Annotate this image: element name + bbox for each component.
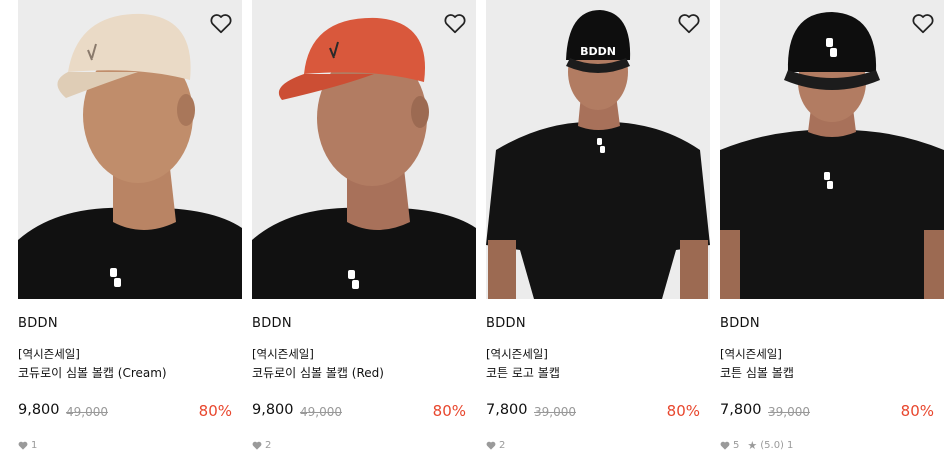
like-count-value: 2 [265, 440, 272, 451]
like-and-rating: 5 ★ (5.0) 1 [720, 440, 793, 451]
product-image[interactable] [18, 0, 242, 299]
wishlist-heart-icon[interactable] [442, 10, 468, 36]
sale-tag: [역시즌세일] [252, 347, 314, 361]
product-image[interactable] [252, 0, 476, 299]
product-image[interactable] [720, 0, 944, 299]
original-price: 49,000 [66, 405, 108, 419]
sale-tag: [역시즌세일] [18, 347, 80, 361]
original-price: 39,000 [534, 405, 576, 419]
product-name[interactable]: 코듀로이 심볼 볼캡 (Red) [252, 364, 384, 381]
product-card[interactable]: BDDN BDDN [역시즌세일] 코튼 로고 볼캡 7,800 39,000 … [486, 0, 710, 463]
product-grid: BDDN [역시즌세일] 코듀로이 심볼 볼캡 (Cream) 9,800 49… [0, 0, 951, 463]
like-count: 2 [486, 440, 505, 451]
sale-price: 9,800 [252, 402, 294, 418]
sale-price: 9,800 [18, 402, 60, 418]
wishlist-heart-icon[interactable] [208, 10, 234, 36]
like-count: 1 [18, 440, 37, 451]
discount-rate: 80% [432, 402, 466, 420]
star-icon: ★ [747, 439, 758, 452]
like-count-value: 1 [31, 440, 38, 451]
product-image[interactable]: BDDN [486, 0, 710, 299]
sale-tag: [역시즌세일] [486, 347, 548, 361]
brand-name[interactable]: BDDN [486, 316, 526, 331]
discount-rate: 80% [900, 402, 934, 420]
heart-icon [720, 441, 730, 450]
rating-value: (5.0) [760, 440, 784, 451]
original-price: 49,000 [300, 405, 342, 419]
product-card[interactable]: BDDN [역시즌세일] 코듀로이 심볼 볼캡 (Red) 9,800 49,0… [252, 0, 476, 463]
like-count-value: 5 [733, 440, 740, 451]
review-count: 1 [786, 440, 794, 451]
product-card[interactable]: BDDN [역시즌세일] 코튼 심볼 볼캡 7,800 39,000 80% 5… [720, 0, 944, 463]
heart-icon [252, 441, 262, 450]
discount-rate: 80% [198, 402, 232, 420]
cap-logo-text: BDDN [580, 45, 616, 58]
product-name[interactable]: 코튼 심볼 볼캡 [720, 364, 794, 381]
brand-name[interactable]: BDDN [720, 316, 760, 331]
discount-rate: 80% [666, 402, 700, 420]
sale-price: 7,800 [486, 402, 528, 418]
brand-name[interactable]: BDDN [252, 316, 292, 331]
product-name[interactable]: 코튼 로고 볼캡 [486, 364, 560, 381]
wishlist-heart-icon[interactable] [910, 10, 936, 36]
like-count-value: 2 [499, 440, 506, 451]
heart-icon [18, 441, 28, 450]
heart-icon [486, 441, 496, 450]
product-card[interactable]: BDDN [역시즌세일] 코듀로이 심볼 볼캡 (Cream) 9,800 49… [18, 0, 242, 463]
sale-price: 7,800 [720, 402, 762, 418]
original-price: 39,000 [768, 405, 810, 419]
brand-name[interactable]: BDDN [18, 316, 58, 331]
wishlist-heart-icon[interactable] [676, 10, 702, 36]
product-name[interactable]: 코듀로이 심볼 볼캡 (Cream) [18, 364, 167, 381]
like-count: 2 [252, 440, 271, 451]
sale-tag: [역시즌세일] [720, 347, 782, 361]
